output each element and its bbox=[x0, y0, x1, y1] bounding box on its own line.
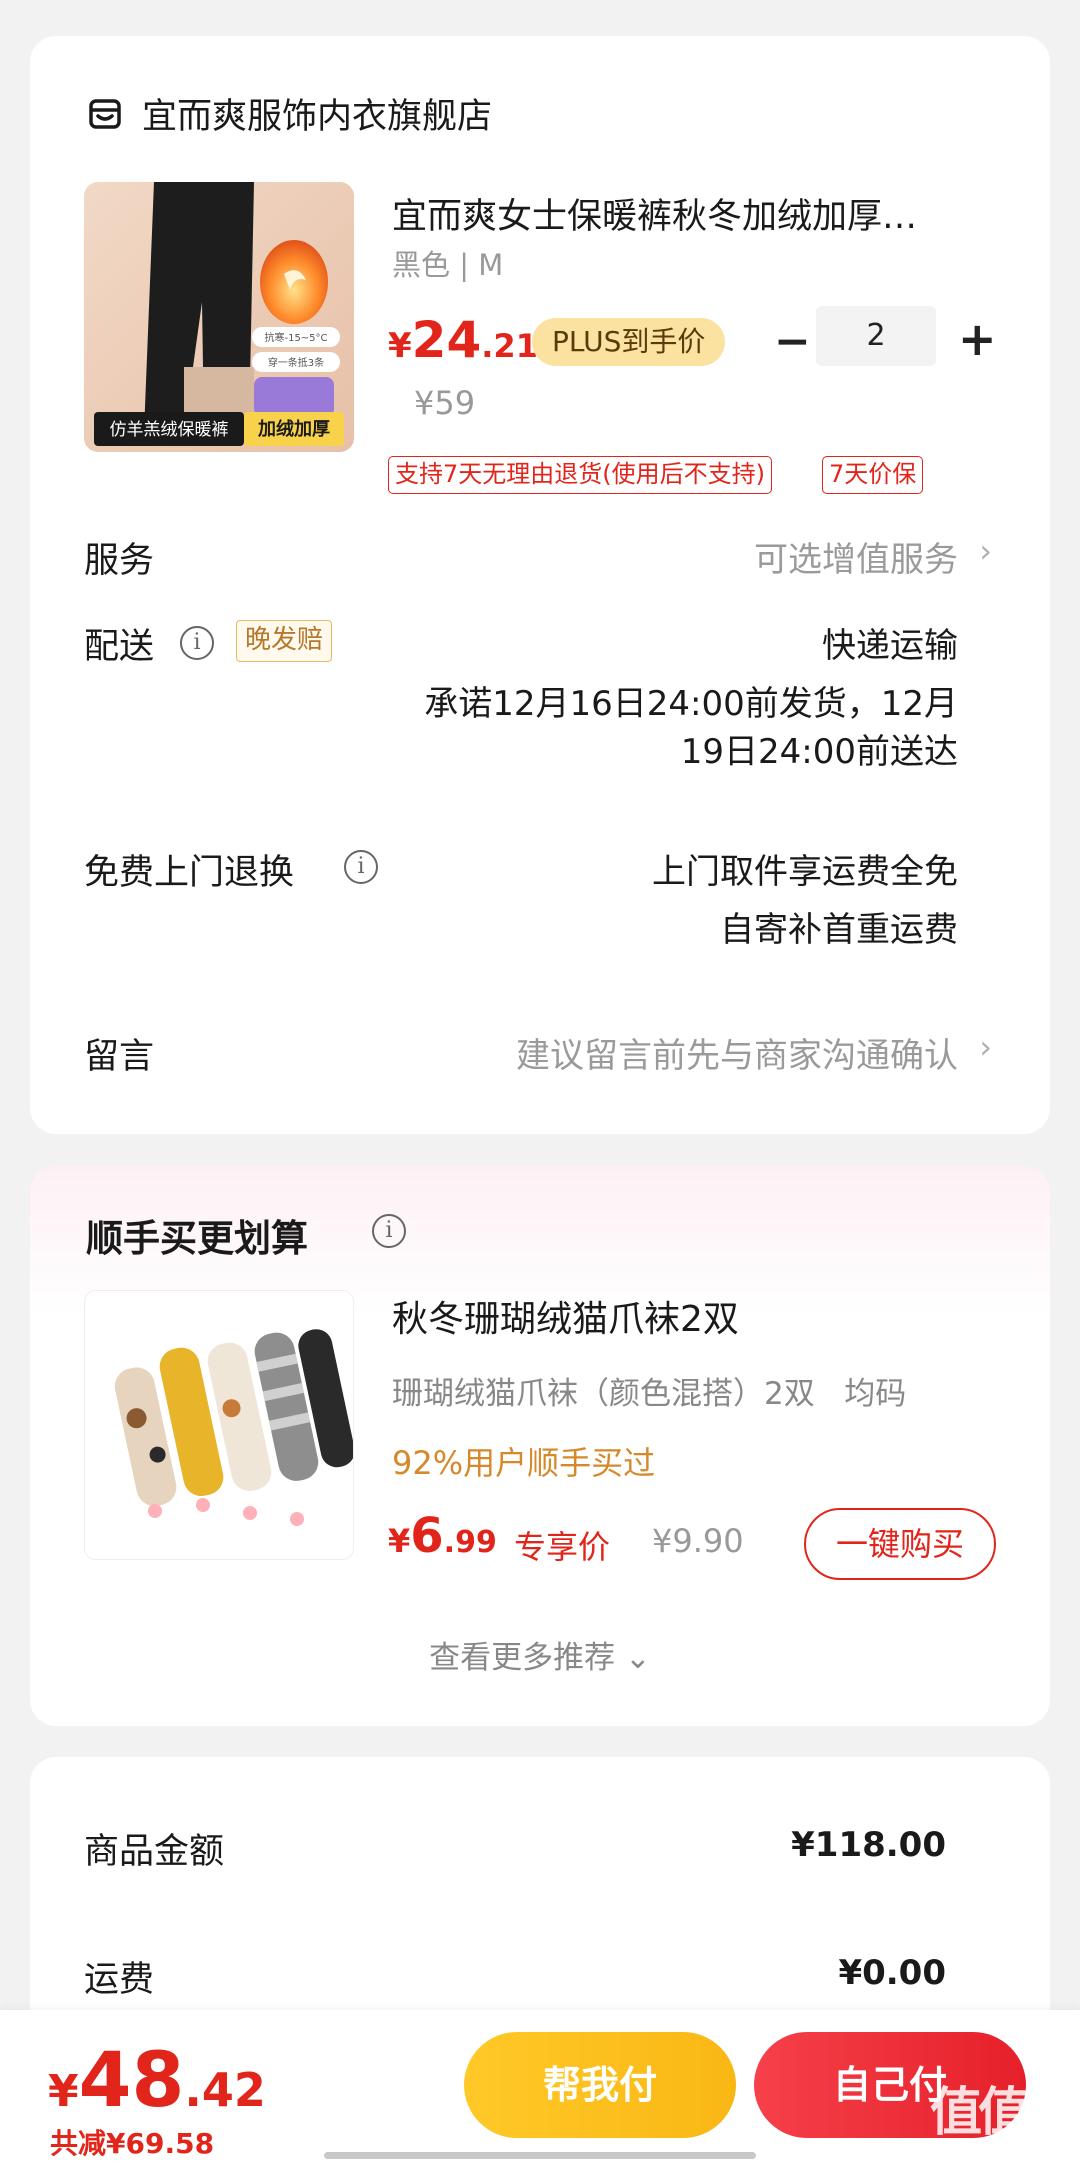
recommend-product-image[interactable] bbox=[84, 1290, 354, 1560]
svg-text:穿一条抵3条: 穿一条抵3条 bbox=[268, 356, 324, 369]
message-input[interactable]: 建议留言前先与商家沟通确认 bbox=[516, 1028, 958, 1077]
store-header[interactable]: 宜而爽服饰内衣旗舰店 bbox=[88, 88, 492, 139]
delivery-info-icon[interactable]: i bbox=[180, 626, 214, 660]
quantity-plus-button[interactable]: + bbox=[958, 314, 997, 364]
goods-amount-label: 商品金额 bbox=[84, 1832, 225, 1872]
delivery-method: 快递运输 bbox=[822, 626, 958, 666]
more-recommend-link[interactable]: 查看更多推荐 ⌄ bbox=[30, 1632, 1050, 1677]
watermark-logo: 值值值 bbox=[930, 2083, 1078, 2143]
free-return-label: 免费上门退换 bbox=[84, 853, 295, 893]
goods-amount-value: ¥118.00 bbox=[791, 1825, 946, 1865]
store-name: 宜而爽服饰内衣旗舰店 bbox=[142, 97, 493, 137]
recommend-title: 顺手买更划算 bbox=[86, 1217, 308, 1260]
order-card: 宜而爽服饰内衣旗舰店 抗寒-15~5°C 穿一条抵3条 仿羊羔绒保暖裤 加绒加厚… bbox=[30, 36, 1050, 1134]
shipping-value: ¥0.00 bbox=[838, 1953, 946, 1993]
help-me-pay-button[interactable]: 帮我付 bbox=[464, 2032, 736, 2138]
return-line1: 上门取件享运费全免 bbox=[652, 852, 958, 892]
recommend-original-price: ¥9.90 bbox=[652, 1522, 744, 1560]
quantity-minus-button[interactable]: − bbox=[774, 320, 811, 364]
total-price: ¥ 48 .42 bbox=[48, 2035, 266, 2124]
svg-text:仿羊羔绒保暖裤: 仿羊羔绒保暖裤 bbox=[110, 420, 229, 440]
product-title[interactable]: 宜而爽女士保暖裤秋冬加绒加厚… bbox=[392, 188, 1002, 239]
shipping-label: 运费 bbox=[84, 1960, 155, 2000]
total-saved[interactable]: 共减¥69.58 bbox=[50, 2122, 214, 2162]
recommend-card: 顺手买更划算 i 秋冬珊瑚绒猫爪袜2双 珊瑚绒猫爪袜（颜色混搭）2双 均码 92… bbox=[30, 1166, 1050, 1726]
watermark-url: zhizhizhi.com bbox=[930, 2138, 1052, 2159]
service-tag-return: 支持7天无理由退货(使用后不支持) bbox=[388, 456, 772, 494]
plus-price-tag: PLUS到手价 bbox=[532, 318, 726, 366]
svg-text:抗寒-15~5°C: 抗寒-15~5°C bbox=[264, 331, 327, 344]
recommend-price: ¥ 6 .99 bbox=[388, 1508, 497, 1564]
recommend-product-spec: 珊瑚绒猫爪袜（颜色混搭）2双 均码 bbox=[392, 1376, 907, 1412]
product-image[interactable]: 抗寒-15~5°C 穿一条抵3条 仿羊羔绒保暖裤 加绒加厚 bbox=[84, 182, 354, 452]
checkout-bar: ¥ 48 .42 共减¥69.58 帮我付 自己付 bbox=[0, 2010, 1080, 2163]
exclusive-price-label: 专享价 bbox=[514, 1528, 611, 1566]
recommend-social-proof: 92%用户顺手买过 bbox=[392, 1444, 656, 1482]
home-indicator[interactable] bbox=[324, 2152, 756, 2159]
product-price: ¥ 24 .21 bbox=[388, 311, 538, 369]
service-value[interactable]: 可选增值服务 bbox=[754, 532, 958, 581]
quantity-input[interactable]: 2 bbox=[816, 306, 936, 366]
recommend-info-icon[interactable]: i bbox=[372, 1214, 406, 1248]
product-spec[interactable]: 黑色 | M bbox=[392, 242, 503, 284]
return-line2: 自寄补首重运费 bbox=[720, 910, 958, 950]
return-info-icon[interactable]: i bbox=[344, 850, 378, 884]
one-click-buy-button[interactable]: 一键购买 bbox=[804, 1508, 996, 1580]
message-label: 留言 bbox=[84, 1037, 155, 1077]
service-chevron-icon[interactable]: › bbox=[979, 532, 992, 570]
delivery-promise-line1: 承诺12月16日24:00前发货，12月 bbox=[424, 684, 958, 724]
late-delivery-tag: 晚发赔 bbox=[236, 620, 333, 662]
store-icon bbox=[89, 98, 121, 129]
svg-text:加绒加厚: 加绒加厚 bbox=[257, 418, 330, 440]
service-tag-price-protect: 7天价保 bbox=[822, 456, 924, 494]
message-chevron-icon[interactable]: › bbox=[979, 1028, 992, 1066]
delivery-label: 配送 bbox=[84, 627, 155, 667]
delivery-promise-line2: 19日24:00前送达 bbox=[680, 732, 958, 772]
recommend-product-name[interactable]: 秋冬珊瑚绒猫爪袜2双 bbox=[392, 1290, 739, 1342]
service-label: 服务 bbox=[84, 541, 155, 581]
original-price: ¥59 bbox=[414, 384, 476, 422]
